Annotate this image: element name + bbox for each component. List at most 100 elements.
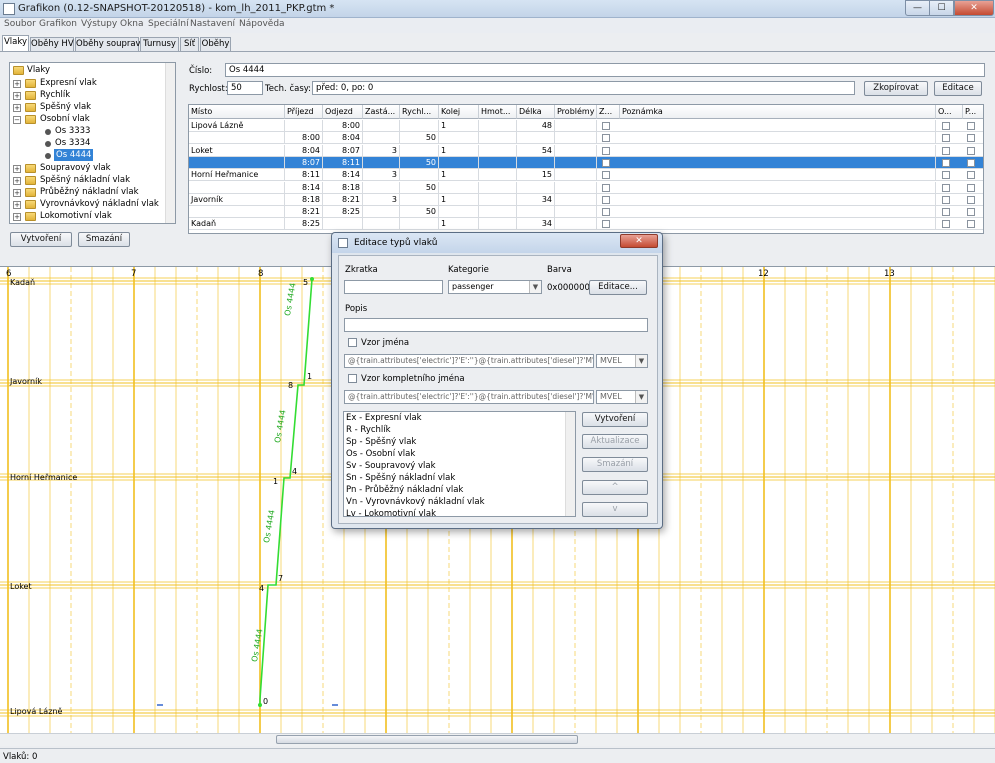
table-cell[interactable]: [555, 169, 597, 182]
table-cell[interactable]: [479, 169, 517, 182]
table-cell[interactable]: [439, 206, 479, 219]
table-cell[interactable]: [555, 132, 597, 145]
list-item[interactable]: Sn - Spěšný nákladní vlak: [346, 472, 455, 484]
row-checkbox[interactable]: [942, 171, 950, 180]
row-checkbox[interactable]: [602, 158, 610, 167]
table-cell[interactable]: 15: [517, 169, 555, 182]
tab-obehy[interactable]: Oběhy: [200, 37, 231, 51]
table-cell[interactable]: 8:21: [323, 193, 363, 206]
train-tree[interactable]: Vlaky + Expresní vlak + Rychlík + Spěšný…: [9, 62, 176, 224]
row-checkbox[interactable]: [942, 195, 950, 204]
expand-icon[interactable]: +: [13, 80, 21, 88]
table-cell[interactable]: [363, 206, 400, 219]
edit-button[interactable]: Editace: [934, 81, 982, 96]
list-item[interactable]: Sv - Soupravový vlak: [346, 460, 436, 472]
table-cell[interactable]: 1: [439, 144, 479, 157]
column-header[interactable]: Místo: [189, 105, 285, 119]
table-row[interactable]: 8:00 8:04 50: [189, 132, 983, 145]
tree-item[interactable]: Lokomotivní vlak: [40, 210, 112, 222]
table-cell[interactable]: [555, 181, 597, 194]
table-cell[interactable]: [620, 181, 936, 194]
row-checkbox[interactable]: [602, 171, 610, 180]
color-edit-button[interactable]: Editace...: [589, 280, 647, 295]
table-cell[interactable]: 1: [439, 218, 479, 231]
table-cell[interactable]: [189, 132, 285, 145]
list-item[interactable]: Vn - Vyrovnávkový nákladní vlak: [346, 496, 485, 508]
tree-item[interactable]: Rychlík: [40, 89, 70, 101]
name-pattern-mode[interactable]: MVEL ▼: [596, 354, 648, 368]
expand-icon[interactable]: +: [13, 104, 21, 112]
table-cell[interactable]: 8:18: [285, 193, 323, 206]
table-cell[interactable]: [517, 132, 555, 145]
row-checkbox[interactable]: [942, 122, 950, 130]
row-checkbox[interactable]: [942, 134, 950, 143]
table-cell[interactable]: 8:14: [285, 181, 323, 194]
full-pattern-mode[interactable]: MVEL ▼: [596, 390, 648, 404]
minimize-button[interactable]: —: [905, 0, 930, 16]
list-item[interactable]: Sp - Spěšný vlak: [346, 436, 416, 448]
table-cell[interactable]: [285, 120, 323, 132]
table-cell[interactable]: 8:25: [323, 206, 363, 219]
table-cell[interactable]: [620, 144, 936, 157]
table-cell[interactable]: [555, 144, 597, 157]
maximize-button[interactable]: ☐: [929, 0, 954, 16]
column-header[interactable]: Kolej: [439, 105, 479, 119]
row-checkbox[interactable]: [967, 134, 975, 143]
list-item[interactable]: Lv - Lokomotivní vlak: [346, 508, 436, 516]
row-checkbox[interactable]: [967, 195, 975, 204]
tree-item-train[interactable]: Os 3334: [55, 137, 90, 149]
column-header[interactable]: Poznámka: [620, 105, 936, 119]
menu-okna[interactable]: Okna: [120, 19, 144, 29]
table-cell[interactable]: [189, 156, 285, 169]
description-input[interactable]: [344, 318, 648, 332]
list-item[interactable]: R - Rychlík: [346, 424, 391, 436]
table-cell[interactable]: [363, 156, 400, 169]
row-checkbox[interactable]: [602, 146, 610, 155]
table-cell[interactable]: 8:11: [323, 156, 363, 169]
row-checkbox[interactable]: [602, 183, 610, 192]
table-cell[interactable]: [620, 120, 936, 132]
table-cell[interactable]: 8:07: [323, 144, 363, 157]
list-item[interactable]: Pn - Průběžný nákladní vlak: [346, 484, 463, 496]
column-header[interactable]: Zastá...: [363, 105, 400, 119]
row-checkbox[interactable]: [602, 208, 610, 217]
row-checkbox[interactable]: [602, 134, 610, 143]
row-checkbox[interactable]: [602, 220, 610, 229]
table-cell[interactable]: [479, 206, 517, 219]
table-cell[interactable]: Javorník: [189, 193, 285, 206]
scrollbar-thumb[interactable]: [276, 735, 578, 744]
row-checkbox[interactable]: [942, 183, 950, 192]
table-cell[interactable]: [555, 206, 597, 219]
table-row[interactable]: 8:14 8:18 50: [189, 181, 983, 194]
table-row[interactable]: Loket 8:04 8:07 3 1 54: [189, 144, 983, 157]
row-checkbox[interactable]: [967, 183, 975, 192]
table-cell[interactable]: 8:00: [323, 120, 363, 132]
table-row[interactable]: Kadaň 8:25 1 34: [189, 218, 983, 231]
table-cell[interactable]: [555, 120, 597, 132]
table-cell[interactable]: [479, 132, 517, 145]
column-header[interactable]: Odjezd: [323, 105, 363, 119]
update-type-button[interactable]: Aktualizace: [582, 434, 648, 449]
table-cell[interactable]: 3: [363, 193, 400, 206]
tree-scrollbar[interactable]: [165, 63, 175, 223]
row-checkbox[interactable]: [942, 158, 950, 167]
table-cell[interactable]: [479, 120, 517, 132]
table-cell[interactable]: Horní Heřmanice: [189, 169, 285, 182]
table-cell[interactable]: [400, 169, 439, 182]
table-cell[interactable]: 50: [400, 206, 439, 219]
table-cell[interactable]: [517, 181, 555, 194]
table-cell[interactable]: Kadaň: [189, 218, 285, 231]
column-header[interactable]: Rychl...: [400, 105, 439, 119]
tree-item[interactable]: Osobní vlak: [40, 113, 90, 125]
list-scrollbar[interactable]: [565, 412, 575, 516]
column-header[interactable]: Délka: [517, 105, 555, 119]
menu-specialni[interactable]: Speciální: [148, 19, 189, 29]
delete-type-button[interactable]: Smazání: [582, 457, 648, 472]
table-cell[interactable]: [323, 218, 363, 231]
table-cell[interactable]: 3: [363, 144, 400, 157]
row-checkbox[interactable]: [967, 146, 975, 155]
table-cell[interactable]: 50: [400, 156, 439, 169]
row-checkbox[interactable]: [942, 146, 950, 155]
tech-times-field[interactable]: před: 0, po: 0: [312, 81, 855, 95]
table-cell[interactable]: 54: [517, 144, 555, 157]
